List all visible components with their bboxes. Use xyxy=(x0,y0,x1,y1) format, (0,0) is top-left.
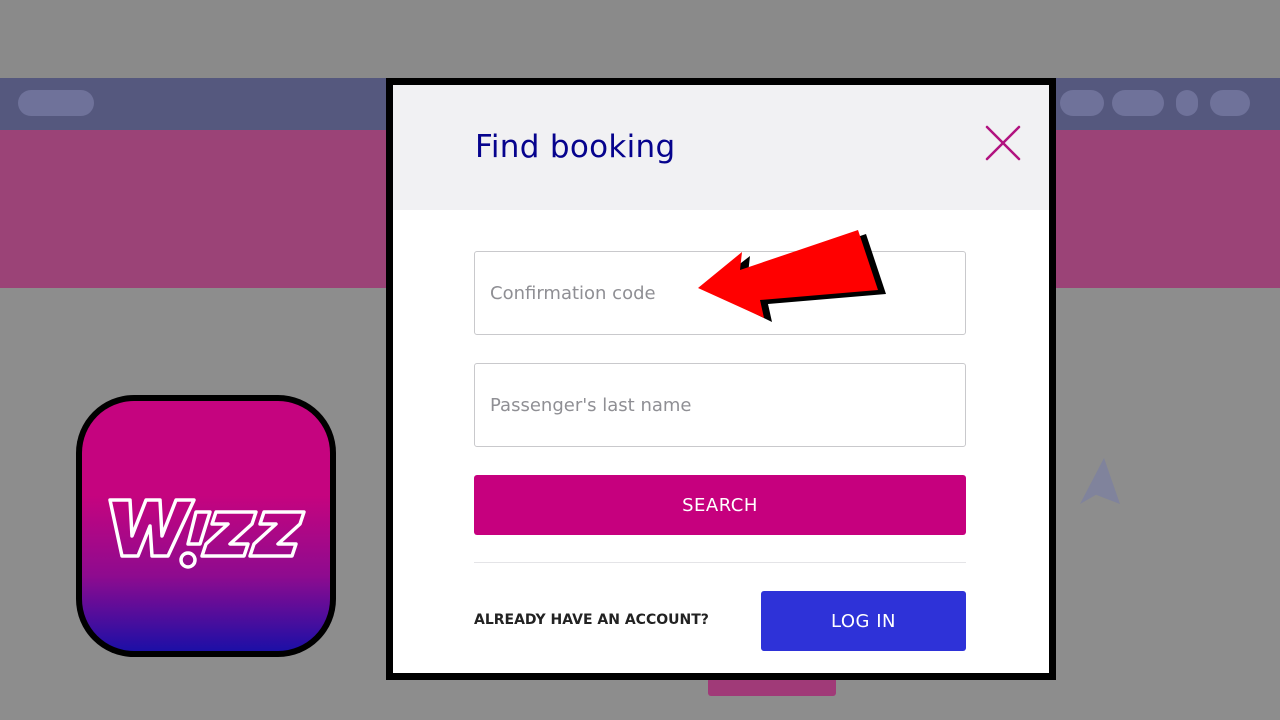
close-icon[interactable] xyxy=(985,125,1021,161)
modal-body: Find booking SEARCH ALREADY HAVE AN ACCO… xyxy=(393,85,1049,673)
divider xyxy=(474,562,966,563)
search-button[interactable]: SEARCH xyxy=(474,475,966,535)
wizz-app-icon xyxy=(76,395,336,657)
modal-title: Find booking xyxy=(475,129,676,165)
find-booking-modal: Find booking SEARCH ALREADY HAVE AN ACCO… xyxy=(386,78,1056,680)
wizz-app-icon-background xyxy=(82,401,330,651)
wizz-logo xyxy=(108,498,306,569)
modal-header: Find booking xyxy=(393,85,1049,210)
last-name-input[interactable] xyxy=(474,363,966,447)
close-button[interactable] xyxy=(985,125,1021,161)
login-button[interactable]: LOG IN xyxy=(761,591,966,651)
red-arrow-icon xyxy=(698,230,886,322)
account-prompt: ALREADY HAVE AN ACCOUNT? xyxy=(474,612,709,628)
